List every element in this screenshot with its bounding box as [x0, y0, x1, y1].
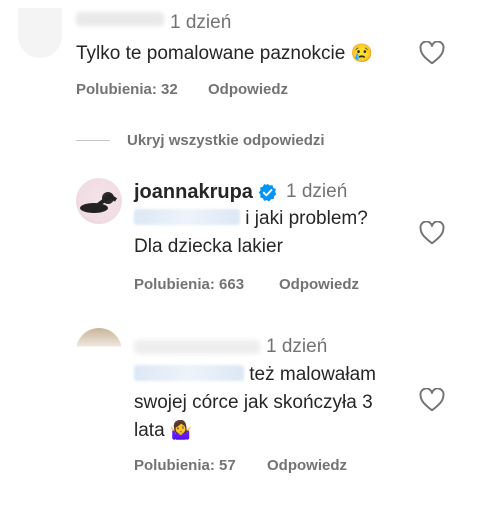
mention-link-redacted[interactable] [134, 209, 240, 225]
likes-count[interactable]: Polubienia: 57 [134, 457, 236, 474]
heart-icon[interactable] [419, 221, 445, 245]
crying-emoji-icon: 😢 [350, 43, 374, 63]
comment-text: Tylko te pomalowane paznokcie 😢 [76, 43, 374, 64]
heart-icon[interactable] [419, 41, 445, 65]
verified-badge-icon [258, 183, 277, 202]
reply-text-line: Dla dziecka lakier [134, 236, 283, 257]
replies-divider [76, 140, 110, 141]
mention-link-redacted[interactable] [134, 365, 244, 381]
avatar-photo-icon [80, 192, 118, 213]
heart-icon[interactable] [419, 388, 445, 412]
reply-text: też malowałam [134, 362, 376, 388]
username-redacted [134, 340, 260, 354]
reply-button[interactable]: Odpowiedz [267, 457, 347, 474]
avatar[interactable] [18, 8, 62, 58]
shrug-emoji-icon: 🤷‍♀️ [169, 420, 193, 440]
comment-time: 1 dzień [170, 12, 232, 33]
hide-replies-button[interactable]: Ukryj wszystkie odpowiedzi [127, 132, 325, 149]
reply-button[interactable]: Odpowiedz [279, 276, 359, 293]
reply-time: 1 dzień [286, 181, 348, 202]
reply-time: 1 dzień [266, 336, 328, 357]
reply-text-line: swojej córce jak skończyła 3 [134, 392, 373, 413]
avatar[interactable] [76, 328, 122, 374]
username[interactable]: joannakrupa [134, 181, 253, 204]
reply-button[interactable]: Odpowiedz [208, 81, 288, 98]
likes-count[interactable]: Polubienia: 663 [134, 276, 244, 293]
reply-text: i jaki problem? [134, 206, 368, 232]
likes-count[interactable]: Polubienia: 32 [76, 81, 178, 98]
reply-text-line: lata 🤷‍♀️ [134, 420, 193, 441]
avatar[interactable] [76, 178, 122, 224]
username-redacted [76, 12, 164, 26]
